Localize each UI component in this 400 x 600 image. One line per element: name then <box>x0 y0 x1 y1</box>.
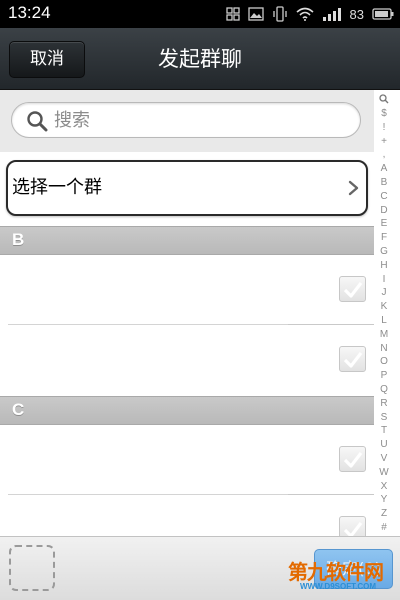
contact-checkbox[interactable] <box>339 276 366 302</box>
checkmark-icon <box>343 452 363 468</box>
index-letter[interactable]: S <box>374 412 394 424</box>
index-letter[interactable]: O <box>374 356 394 368</box>
cancel-button[interactable]: 取消 <box>9 41 85 78</box>
checkmark-icon <box>343 522 363 536</box>
section-label: C <box>12 400 25 419</box>
index-letter[interactable]: V <box>374 453 394 465</box>
index-letter[interactable]: Y <box>374 494 394 506</box>
index-letter[interactable]: ! <box>374 122 394 134</box>
index-letter[interactable]: + <box>374 136 394 148</box>
image-icon <box>247 7 264 21</box>
index-letter[interactable]: I <box>374 274 394 286</box>
contact-row[interactable] <box>0 495 374 536</box>
section-header: C <box>0 396 374 425</box>
index-letter[interactable]: P <box>374 370 394 382</box>
index-letter[interactable]: , <box>374 149 394 161</box>
search-area <box>0 90 374 152</box>
selected-avatar-slot <box>9 545 55 591</box>
index-letter[interactable]: K <box>374 301 394 313</box>
index-letter[interactable]: # <box>374 522 394 534</box>
contact-checkbox[interactable] <box>339 346 366 372</box>
search-input[interactable] <box>54 103 344 137</box>
index-letter[interactable]: U <box>374 439 394 451</box>
checkmark-icon <box>343 352 363 368</box>
index-letter[interactable]: Z <box>374 508 394 520</box>
vibrate-icon <box>272 6 287 22</box>
index-letter[interactable]: A <box>374 163 394 175</box>
contact-row[interactable] <box>0 425 374 494</box>
header: 发起群聊 取消 <box>0 28 400 90</box>
watermark-logo: 第九软件网 <box>288 560 384 584</box>
checkmark-icon <box>343 282 363 298</box>
index-letter[interactable]: B <box>374 177 394 189</box>
contact-row[interactable] <box>0 255 374 324</box>
watermark-url: WWW.D9SOFT.COM <box>300 582 376 591</box>
contact-checkbox[interactable] <box>339 446 366 472</box>
chevron-right-icon <box>348 180 359 196</box>
battery-icon <box>372 8 394 20</box>
status-time: 13:24 <box>8 3 51 22</box>
index-letter[interactable]: X <box>374 481 394 493</box>
index-letter[interactable]: J <box>374 287 394 299</box>
index-letter[interactable]: H <box>374 260 394 272</box>
status-bar: 13:24 83 <box>0 0 400 28</box>
status-icons: 83 <box>225 5 394 23</box>
index-letter[interactable]: D <box>374 205 394 217</box>
index-letter[interactable]: C <box>374 191 394 203</box>
section-header: B <box>0 226 374 255</box>
index-letter[interactable]: Q <box>374 384 394 396</box>
index-letter[interactable]: T <box>374 425 394 437</box>
battery-level: 83 <box>349 6 364 22</box>
contact-checkbox[interactable] <box>339 516 366 536</box>
search-icon <box>27 111 48 132</box>
wifi-icon <box>296 7 314 21</box>
index-letter[interactable]: W <box>374 467 394 479</box>
index-letter[interactable]: L <box>374 315 394 327</box>
index-search-icon[interactable] <box>379 94 389 104</box>
section-label: B <box>12 230 25 249</box>
alphabet-index-bar[interactable]: $! +, A B C D E F G H I J K L M N O P Q R S T U V W X Y Z # <box>374 90 400 536</box>
index-letter[interactable]: N <box>374 343 394 355</box>
grid-icon <box>225 7 240 21</box>
index-letter[interactable]: R <box>374 398 394 410</box>
index-letter[interactable]: G <box>374 246 394 258</box>
signal-icon <box>322 8 341 21</box>
select-group-button[interactable]: 选择一个群 <box>6 160 368 216</box>
select-group-label: 选择一个群 <box>12 177 102 198</box>
index-letter[interactable]: E <box>374 218 394 230</box>
index-letter[interactable]: F <box>374 232 394 244</box>
index-letter[interactable]: $ <box>374 108 394 120</box>
index-letter[interactable]: M <box>374 329 394 341</box>
contact-row[interactable] <box>0 325 374 394</box>
search-box[interactable] <box>11 102 361 138</box>
